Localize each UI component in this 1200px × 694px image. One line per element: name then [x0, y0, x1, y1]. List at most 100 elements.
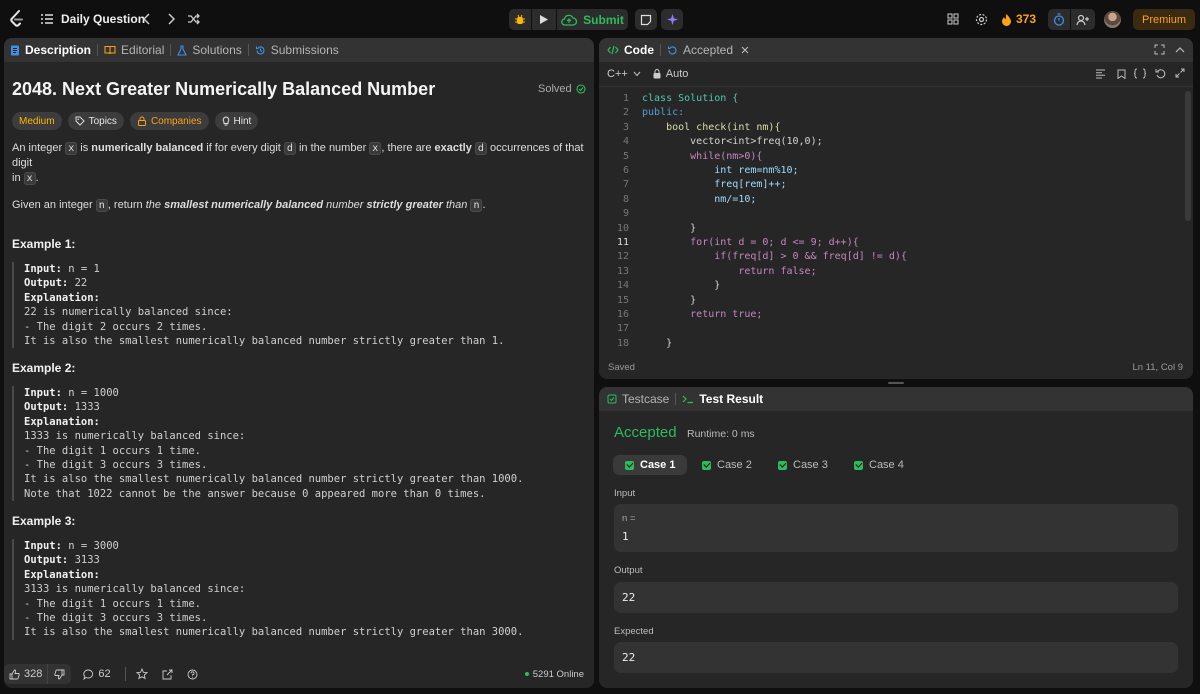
- input-box[interactable]: n = 1: [614, 504, 1178, 552]
- line-number: 13: [616, 265, 629, 277]
- code-line: 6 int rem=nm%10;: [599, 164, 799, 178]
- tab-solutions[interactable]: Solutions: [171, 43, 247, 57]
- companies-tag[interactable]: Companies: [129, 112, 209, 130]
- help-button[interactable]: [187, 669, 198, 680]
- submit-button[interactable]: Submit: [557, 9, 628, 30]
- example-title: Example 3:: [12, 514, 76, 528]
- problem-list-button[interactable]: Daily Question: [40, 10, 145, 28]
- line-number: 2: [622, 107, 629, 119]
- bookmark-button[interactable]: [1117, 69, 1126, 82]
- line-number: 10: [616, 222, 629, 234]
- line-number: 6: [622, 165, 629, 176]
- checkbox-icon: [607, 394, 617, 404]
- output-box: 22: [614, 582, 1178, 613]
- like-button[interactable]: 328: [4, 664, 48, 684]
- next-problem-button[interactable]: [164, 11, 178, 27]
- code-text: nm/=10;: [642, 193, 757, 205]
- code-text: }: [642, 222, 697, 234]
- terminal-icon: [682, 395, 694, 404]
- hint-label: Hint: [233, 115, 252, 127]
- difficulty-badge[interactable]: Medium: [12, 112, 62, 130]
- pass-check-icon: [625, 460, 634, 470]
- question-icon: [187, 669, 198, 679]
- hint-tag[interactable]: Hint: [214, 112, 259, 130]
- save-status: Saved: [608, 362, 635, 373]
- tab-description[interactable]: Description: [4, 43, 97, 57]
- example-block: Input: n = 3000 Output: 3133 Explanation: 3…: [12, 539, 590, 640]
- reset-button[interactable]: [1155, 68, 1166, 82]
- case-tab-3[interactable]: Case 3: [766, 455, 840, 475]
- editor-scrollbar[interactable]: [1185, 91, 1191, 221]
- output-label: Output: [614, 565, 643, 576]
- cursor-position[interactable]: Ln 11, Col 9: [1132, 362, 1183, 373]
- code-text: public:: [642, 107, 685, 119]
- braces-button[interactable]: [1133, 68, 1147, 82]
- favorite-button[interactable]: [135, 668, 148, 680]
- fullscreen-button[interactable]: [1175, 68, 1185, 81]
- premium-label: Premium: [1141, 13, 1186, 26]
- case-tab-4[interactable]: Case 4: [842, 455, 916, 475]
- streak-counter[interactable]: 373: [1001, 11, 1036, 27]
- case-tab-1[interactable]: Case 1: [613, 455, 688, 475]
- run-button[interactable]: [532, 9, 556, 30]
- language-select[interactable]: C++: [607, 68, 641, 80]
- tab-testcase[interactable]: Testcase: [599, 392, 675, 406]
- runtime-label: Runtime: 0 ms: [687, 428, 755, 440]
- format-button[interactable]: [1095, 69, 1106, 82]
- line-number: 15: [616, 294, 629, 306]
- lightbulb-icon: [222, 116, 229, 126]
- code-line: 7 freq[rem]++;: [599, 178, 787, 192]
- comments-button[interactable]: 62: [83, 668, 111, 680]
- tab-accepted[interactable]: Accepted: [661, 43, 755, 57]
- dislike-button[interactable]: [47, 664, 72, 684]
- editor-status-bar: Saved Ln 11, Col 9: [599, 359, 1193, 377]
- online-indicator: 5291 Online: [524, 669, 584, 680]
- code-text: int rem=nm%10;: [642, 165, 799, 176]
- tab-editorial[interactable]: Editorial: [98, 43, 170, 57]
- chevron-right-icon: [168, 13, 175, 25]
- code-tabs: Code Accepted: [599, 38, 1193, 62]
- expected-label: Expected: [614, 626, 654, 637]
- example-title: Example 2:: [12, 361, 76, 375]
- share-button[interactable]: [162, 669, 173, 680]
- line-number: 5: [622, 150, 629, 162]
- code-line: 8 nm/=10;: [599, 193, 756, 207]
- code-editor[interactable]: 1 class Solution { 2 public: 3 bool check(…: [599, 91, 1193, 349]
- debug-button[interactable]: [509, 9, 531, 30]
- tab-code[interactable]: Code: [599, 43, 660, 57]
- prev-problem-button[interactable]: [140, 11, 154, 27]
- align-left-icon: [1096, 69, 1105, 79]
- lock-icon: [653, 69, 661, 79]
- tab-description-label: Description: [25, 43, 92, 57]
- leetcode-logo[interactable]: [8, 10, 26, 28]
- list-icon: [40, 13, 54, 25]
- tab-submissions-label: Submissions: [270, 43, 339, 57]
- streak-count: 373: [1016, 12, 1037, 26]
- tab-submissions[interactable]: Submissions: [249, 43, 345, 57]
- tab-editorial-label: Editorial: [121, 43, 165, 57]
- invite-button[interactable]: [1071, 9, 1095, 30]
- random-problem-button[interactable]: [186, 11, 202, 27]
- solved-label: Solved: [538, 83, 572, 95]
- notes-button[interactable]: [635, 9, 657, 30]
- autocomplete-toggle[interactable]: Auto: [653, 68, 688, 80]
- panel-menu-button[interactable]: [1175, 44, 1185, 58]
- code-line: 13 return false;: [599, 265, 817, 279]
- problem-title[interactable]: 2048. Next Greater Numerically Balanced …: [12, 79, 435, 100]
- avatar[interactable]: [1104, 11, 1121, 28]
- add-user-icon: [1076, 14, 1089, 25]
- code-icon: [607, 45, 619, 55]
- ai-assist-button[interactable]: [661, 9, 683, 30]
- settings-button[interactable]: [974, 12, 988, 26]
- tab-test-result[interactable]: Test Result: [676, 392, 769, 406]
- comment-icon: [83, 669, 94, 680]
- case-tab-2[interactable]: Case 2: [690, 455, 764, 475]
- topics-tag[interactable]: Topics: [67, 112, 124, 130]
- sparkle-icon: [666, 14, 678, 25]
- maximize-button[interactable]: [1154, 44, 1165, 58]
- premium-button[interactable]: Premium: [1133, 9, 1195, 30]
- layout-button[interactable]: [946, 12, 960, 26]
- timer-button[interactable]: [1048, 9, 1070, 30]
- panel-resize-handle[interactable]: [888, 382, 904, 384]
- editor-toolbar: C++ Auto: [599, 62, 1193, 87]
